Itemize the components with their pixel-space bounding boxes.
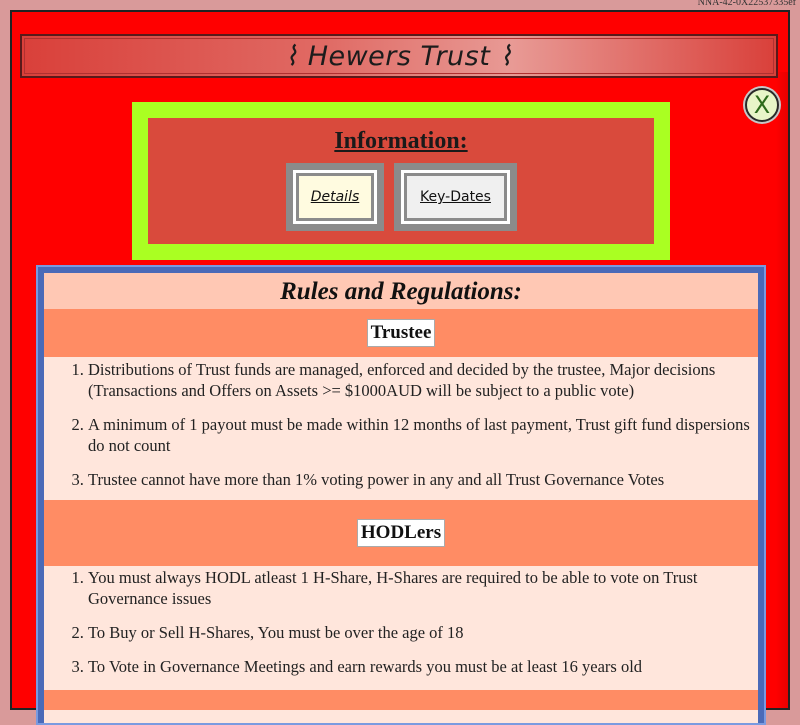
main-frame: ⌇ Hewers Trust ⌇ Information: Details Ke… [10, 10, 790, 725]
title-bar: ⌇ Hewers Trust ⌇ [20, 34, 778, 78]
close-button[interactable]: X [745, 88, 779, 122]
hodlers-section-label: HODLers [356, 519, 446, 547]
key-dates-button-label[interactable]: Key-Dates [404, 173, 507, 221]
list-item: Trustee cannot have more than 1% voting … [88, 469, 758, 490]
trustee-section-header: Trustee [44, 309, 758, 357]
document-id: NNA-42-0X22537335ef [697, 0, 796, 8]
trustee-section-label: Trustee [366, 319, 436, 347]
information-panel: Information: Details Key-Dates [132, 102, 670, 260]
frame-shade [776, 72, 788, 708]
information-heading: Information: [334, 128, 468, 154]
rules-heading: Rules and Regulations: [44, 273, 758, 309]
details-button-label[interactable]: Details [296, 173, 374, 221]
next-section-band [44, 690, 758, 710]
rules-inner: Rules and Regulations: Trustee Distribut… [44, 273, 758, 723]
information-inner: Information: Details Key-Dates [148, 118, 654, 244]
list-item: To Buy or Sell H-Shares, You must be ove… [88, 622, 758, 643]
list-item: To Vote in Governance Meetings and earn … [88, 656, 758, 677]
rules-panel: Rules and Regulations: Trustee Distribut… [36, 265, 766, 725]
hodlers-section-header: HODLers [44, 500, 758, 566]
trustee-rule-list: Distributions of Trust funds are managed… [44, 357, 758, 500]
key-dates-button[interactable]: Key-Dates [394, 163, 517, 231]
list-item: You must always HODL atleast 1 H-Share, … [88, 567, 758, 609]
page-title: ⌇ Hewers Trust ⌇ [284, 40, 514, 72]
list-item: A minimum of 1 payout must be made withi… [88, 414, 758, 456]
hodlers-rule-list: You must always HODL atleast 1 H-Share, … [44, 566, 758, 677]
list-item: Distributions of Trust funds are managed… [88, 359, 758, 401]
details-button[interactable]: Details [286, 163, 384, 231]
